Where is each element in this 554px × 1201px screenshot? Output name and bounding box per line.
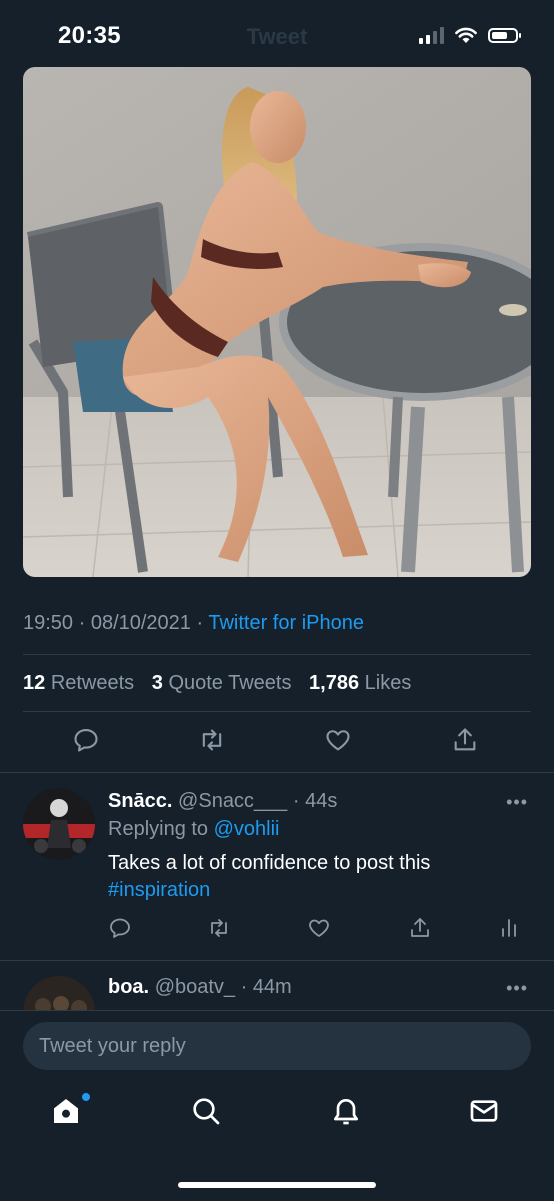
status-time: 20:35	[58, 22, 121, 49]
tab-search[interactable]	[190, 1095, 230, 1135]
tweet-stats: 12 Retweets 3 Quote Tweets 1,786 Likes	[23, 672, 411, 695]
reply-item[interactable]: Snācc. @Snacc___ · 44s ••• Replying to @…	[0, 772, 554, 960]
heart-icon	[326, 730, 350, 751]
status-icons	[419, 26, 521, 44]
replying-to: Replying to @vohlii	[108, 818, 280, 840]
reply-icon	[74, 729, 98, 752]
retweet-button[interactable]	[198, 726, 230, 758]
display-name[interactable]: Snācc.	[108, 790, 172, 812]
divider	[23, 654, 531, 655]
retweet-icon	[202, 729, 222, 751]
tweet-photo-image	[23, 67, 531, 577]
tab-bar	[0, 1093, 554, 1139]
reply-button[interactable]	[108, 916, 134, 942]
more-options-button[interactable]: •••	[506, 792, 528, 813]
tweet-actions	[0, 726, 554, 762]
like-button[interactable]	[324, 726, 356, 758]
avatar[interactable]	[23, 788, 95, 860]
home-icon	[54, 1099, 78, 1123]
retweet-button[interactable]	[207, 916, 233, 942]
bell-icon	[334, 1099, 358, 1125]
handle-time: @boatv_ · 44m	[154, 976, 292, 998]
tweet-source-link[interactable]: Twitter for iPhone	[208, 612, 364, 634]
share-button[interactable]	[408, 916, 434, 942]
battery-icon	[488, 27, 521, 43]
reply-author: Snācc. @Snacc___ · 44s	[108, 790, 337, 813]
retweet-icon	[211, 919, 227, 937]
search-icon	[193, 1098, 220, 1125]
hashtag-link[interactable]: #inspiration	[108, 877, 430, 904]
more-options-button[interactable]: •••	[506, 978, 528, 999]
notification-dot	[82, 1093, 90, 1101]
quote-tweets-stat[interactable]: 3 Quote Tweets	[152, 672, 292, 694]
display-name[interactable]: boa.	[108, 976, 149, 998]
tweet-timestamp: 19:50 · 08/10/2021 · Twitter for iPhone	[23, 612, 364, 635]
reply-input[interactable]	[23, 1022, 531, 1070]
timestamp-text: 19:50 · 08/10/2021 ·	[23, 612, 209, 634]
like-button[interactable]	[307, 916, 333, 942]
likes-stat[interactable]: 1,786 Likes	[309, 672, 411, 694]
wifi-icon	[455, 27, 477, 43]
share-icon	[411, 918, 429, 937]
share-icon	[454, 728, 476, 751]
heart-icon	[309, 919, 329, 937]
tab-notifications[interactable]	[330, 1095, 370, 1135]
status-bar: Tweet 20:35	[0, 0, 554, 66]
mail-icon	[470, 1100, 498, 1122]
tab-home[interactable]	[50, 1093, 90, 1135]
share-button[interactable]	[451, 726, 483, 758]
reply-icon	[110, 918, 130, 938]
home-indicator	[178, 1182, 376, 1188]
handle-time: @Snacc___ · 44s	[178, 790, 338, 812]
bottom-panel	[0, 1010, 554, 1201]
divider	[23, 711, 531, 712]
retweets-stat[interactable]: 12 Retweets	[23, 672, 134, 694]
tweet-photo[interactable]	[23, 67, 531, 577]
analytics-icon	[502, 919, 516, 937]
reply-body: Takes a lot of confidence to post this	[108, 852, 431, 874]
reply-text: Takes a lot of confidence to post this #…	[108, 850, 430, 904]
reply-author: boa. @boatv_ · 44m	[108, 976, 292, 999]
analytics-button[interactable]	[497, 916, 523, 942]
tab-messages[interactable]	[468, 1095, 508, 1135]
replying-to-link[interactable]: @vohlii	[214, 818, 280, 840]
cellular-signal-icon	[419, 26, 444, 44]
reply-button[interactable]	[72, 726, 104, 758]
